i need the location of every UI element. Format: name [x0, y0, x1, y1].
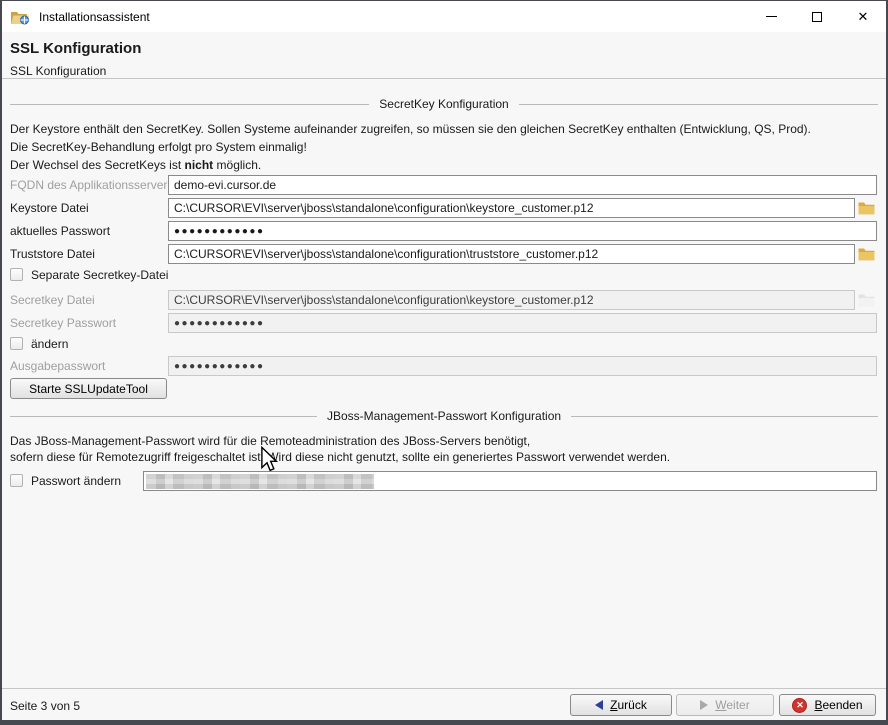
- minimize-icon: [766, 16, 777, 17]
- maximize-button[interactable]: [794, 1, 840, 32]
- label-rest: eenden: [822, 698, 862, 712]
- divider-line: [10, 416, 317, 417]
- description-line: Der Keystore enthält den SecretKey. Soll…: [10, 120, 811, 138]
- secretkey-file-input: C:\CURSOR\EVI\server\jboss\standalone\co…: [168, 290, 855, 310]
- window-controls: ✕: [748, 1, 886, 32]
- back-button[interactable]: Zurück: [570, 694, 672, 716]
- mouse-cursor: [260, 446, 278, 473]
- divider-line: [10, 104, 369, 105]
- next-button-label: Weiter: [715, 698, 749, 712]
- installer-window: Installationsassistent ✕ SSL Konfigurati…: [0, 0, 888, 725]
- truststore-input[interactable]: C:\CURSOR\EVI\server\jboss\standalone\co…: [168, 244, 855, 264]
- folder-icon: [858, 247, 875, 261]
- mnemonic: Z: [610, 698, 617, 712]
- description-line: Der Wechsel des SecretKeys ist nicht mög…: [10, 156, 811, 174]
- secretkey-description: Der Keystore enthält den SecretKey. Soll…: [10, 120, 811, 174]
- back-arrow-icon: [595, 700, 603, 710]
- folder-icon: [858, 201, 875, 215]
- redacted-password-value: [146, 474, 374, 489]
- divider-line: [571, 416, 878, 417]
- quit-button[interactable]: ✕ Beenden: [779, 694, 876, 716]
- jboss-password-change-checkbox[interactable]: [10, 474, 23, 487]
- folder-icon: [858, 293, 875, 307]
- text-segment: Der Wechsel des SecretKeys ist: [10, 158, 185, 172]
- quit-button-label: Beenden: [814, 698, 862, 712]
- close-button[interactable]: ✕: [840, 1, 886, 32]
- label-rest: eiter: [726, 698, 749, 712]
- description-line: sofern diese für Remotezugriff freigesch…: [10, 450, 670, 466]
- fqdn-label: FQDN des Applikationsserver: [10, 178, 167, 192]
- page-title: SSL Konfiguration: [10, 40, 141, 57]
- change-checkbox-label: ändern: [31, 337, 68, 351]
- next-arrow-icon: [700, 700, 708, 710]
- separate-secretkey-checkbox[interactable]: [10, 268, 23, 281]
- secretkey-password-input: ●●●●●●●●●●●●: [168, 313, 877, 333]
- back-button-label: Zurück: [610, 698, 647, 712]
- page-subtitle: SSL Konfiguration: [10, 64, 106, 78]
- keystore-label: Keystore Datei: [10, 201, 89, 215]
- fqdn-input[interactable]: demo-evi.cursor.de: [168, 175, 877, 195]
- secretkey-file-label: Secretkey Datei: [10, 293, 95, 307]
- description-line: Das JBoss-Management-Passwort wird für d…: [10, 434, 670, 450]
- change-checkbox[interactable]: [10, 337, 23, 350]
- jboss-section-header: JBoss-Management-Passwort Konfiguration: [10, 409, 878, 423]
- description-line: Die SecretKey-Behandlung erfolgt pro Sys…: [10, 138, 811, 156]
- close-icon: ✕: [858, 10, 869, 23]
- maximize-icon: [812, 12, 822, 22]
- separate-secretkey-label: Separate Secretkey-Datei: [31, 268, 168, 282]
- app-icon: [10, 8, 30, 25]
- window-border-top: [0, 0, 888, 1]
- minimize-button[interactable]: [748, 1, 794, 32]
- window-title: Installationsassistent: [39, 10, 150, 24]
- label-rest: urück: [618, 698, 647, 712]
- jboss-password-input[interactable]: [143, 471, 877, 491]
- next-button[interactable]: Weiter: [676, 694, 774, 716]
- jboss-section-title: JBoss-Management-Passwort Konfiguration: [317, 409, 571, 423]
- footer-divider: [0, 688, 888, 689]
- output-password-input: ●●●●●●●●●●●●: [168, 356, 877, 376]
- secretkey-section-title: SecretKey Konfiguration: [369, 97, 518, 111]
- page-indicator: Seite 3 von 5: [10, 699, 80, 713]
- start-ssl-update-tool-button[interactable]: Starte SSLUpdateTool: [10, 378, 167, 399]
- current-password-input[interactable]: ●●●●●●●●●●●●: [168, 221, 877, 241]
- secretkey-password-label: Secretkey Passwort: [10, 316, 116, 330]
- window-border-left: [0, 0, 2, 725]
- output-password-label: Ausgabepasswort: [10, 359, 105, 373]
- current-password-label: aktuelles Passwort: [10, 224, 110, 238]
- text-segment: möglich.: [213, 158, 261, 172]
- header-divider: [0, 78, 888, 79]
- truststore-browse-button[interactable]: [856, 244, 877, 264]
- keystore-input[interactable]: C:\CURSOR\EVI\server\jboss\standalone\co…: [168, 198, 855, 218]
- keystore-browse-button[interactable]: [856, 198, 877, 218]
- window-border-bottom: [0, 720, 888, 725]
- jboss-password-change-label: Passwort ändern: [31, 474, 121, 488]
- x-glyph: ✕: [796, 700, 804, 711]
- button-label: Starte SSLUpdateTool: [29, 382, 148, 396]
- jboss-description: Das JBoss-Management-Passwort wird für d…: [10, 434, 670, 465]
- text-segment-bold: nicht: [185, 158, 214, 172]
- secretkey-section-header: SecretKey Konfiguration: [10, 97, 878, 111]
- secretkey-file-browse-button: [856, 290, 877, 310]
- mnemonic: W: [715, 698, 726, 712]
- truststore-label: Truststore Datei: [10, 247, 95, 261]
- title-bar: Installationsassistent ✕: [2, 1, 886, 32]
- quit-icon: ✕: [792, 698, 807, 713]
- divider-line: [519, 104, 878, 105]
